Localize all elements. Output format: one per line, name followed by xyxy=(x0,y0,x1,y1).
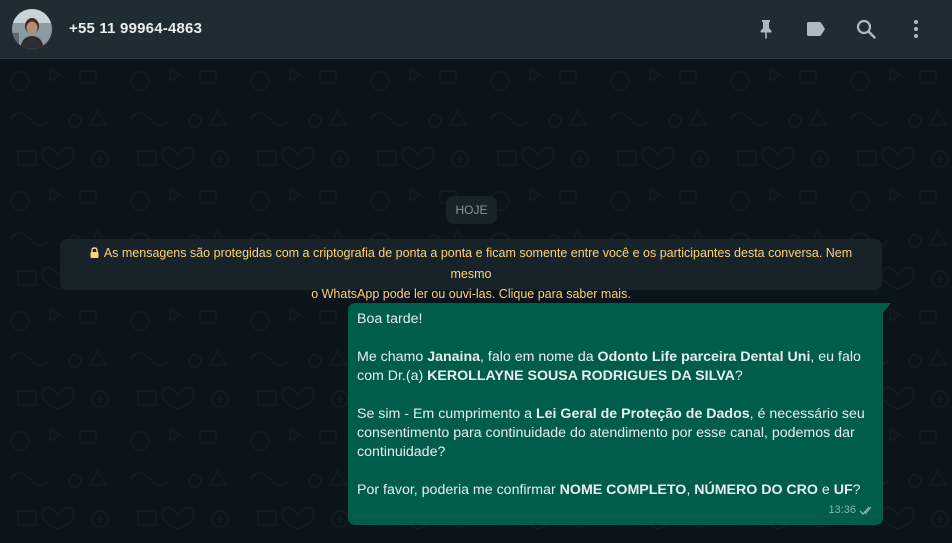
message-intro: Me chamo Janaina, falo em nome da Odonto… xyxy=(357,348,873,386)
law-name: Lei Geral de Proteção de Dados xyxy=(535,406,750,422)
double-check-icon xyxy=(856,504,875,516)
text: consentimento para continuidade do atend… xyxy=(357,425,855,441)
date-chip: HOJE xyxy=(446,196,497,224)
field-cro-number: NÚMERO DO CRO xyxy=(694,482,818,498)
field-full-name: NOME COMPLETO xyxy=(559,482,687,498)
outgoing-message[interactable]: Boa tarde! Me chamo Janaina, falo em nom… xyxy=(348,303,891,525)
message-meta: 13:36 xyxy=(828,501,875,520)
search-icon[interactable] xyxy=(854,17,878,41)
text: ? xyxy=(734,368,743,384)
message-greeting: Boa tarde! xyxy=(357,311,423,327)
contact-avatar[interactable] xyxy=(12,9,52,49)
message-request: Por favor, poderia me confirmar NOME COM… xyxy=(357,481,873,500)
text: , é necessário seu xyxy=(749,406,865,422)
company-name: Odonto Life parceira Dental Uni xyxy=(597,349,811,365)
message-time: 13:36 xyxy=(828,504,856,516)
text: Me chamo xyxy=(357,349,428,365)
text: com Dr.(a) xyxy=(357,368,428,384)
sender-name: Janaina xyxy=(427,349,481,365)
chat-header: +55 11 99964-4863 xyxy=(0,0,952,59)
encryption-notice-line1: As mensagens são protegidas com a cripto… xyxy=(103,246,853,281)
text: Por favor, poderia me confirmar xyxy=(357,482,560,498)
message-consent: Se sim - Em cumprimento a Lei Geral de P… xyxy=(357,405,873,462)
text: Se sim - Em cumprimento a xyxy=(357,406,536,422)
doctor-name: KEROLLAYNE SOUSA RODRIGUES DA SILVA xyxy=(427,368,735,384)
bubble-tail xyxy=(883,303,891,313)
encryption-notice-line2: o WhatsApp pode ler ou ouvi-las. Clique … xyxy=(311,287,631,301)
encryption-notice[interactable]: As mensagens são protegidas com a cripto… xyxy=(60,239,882,301)
text: e xyxy=(817,482,834,498)
label-icon[interactable] xyxy=(804,17,828,41)
contact-name[interactable]: +55 11 99964-4863 xyxy=(69,20,202,37)
text: , falo em nome da xyxy=(480,349,598,365)
chat-area[interactable]: HOJE As mensagens são protegidas com a c… xyxy=(0,59,952,543)
text: , eu falo xyxy=(810,349,861,365)
text: continuidade? xyxy=(357,444,446,460)
menu-dots-icon[interactable] xyxy=(904,17,928,41)
lock-icon xyxy=(90,244,99,264)
pin-icon[interactable] xyxy=(754,17,778,41)
field-uf: UF xyxy=(833,482,853,498)
text: ? xyxy=(852,482,861,498)
